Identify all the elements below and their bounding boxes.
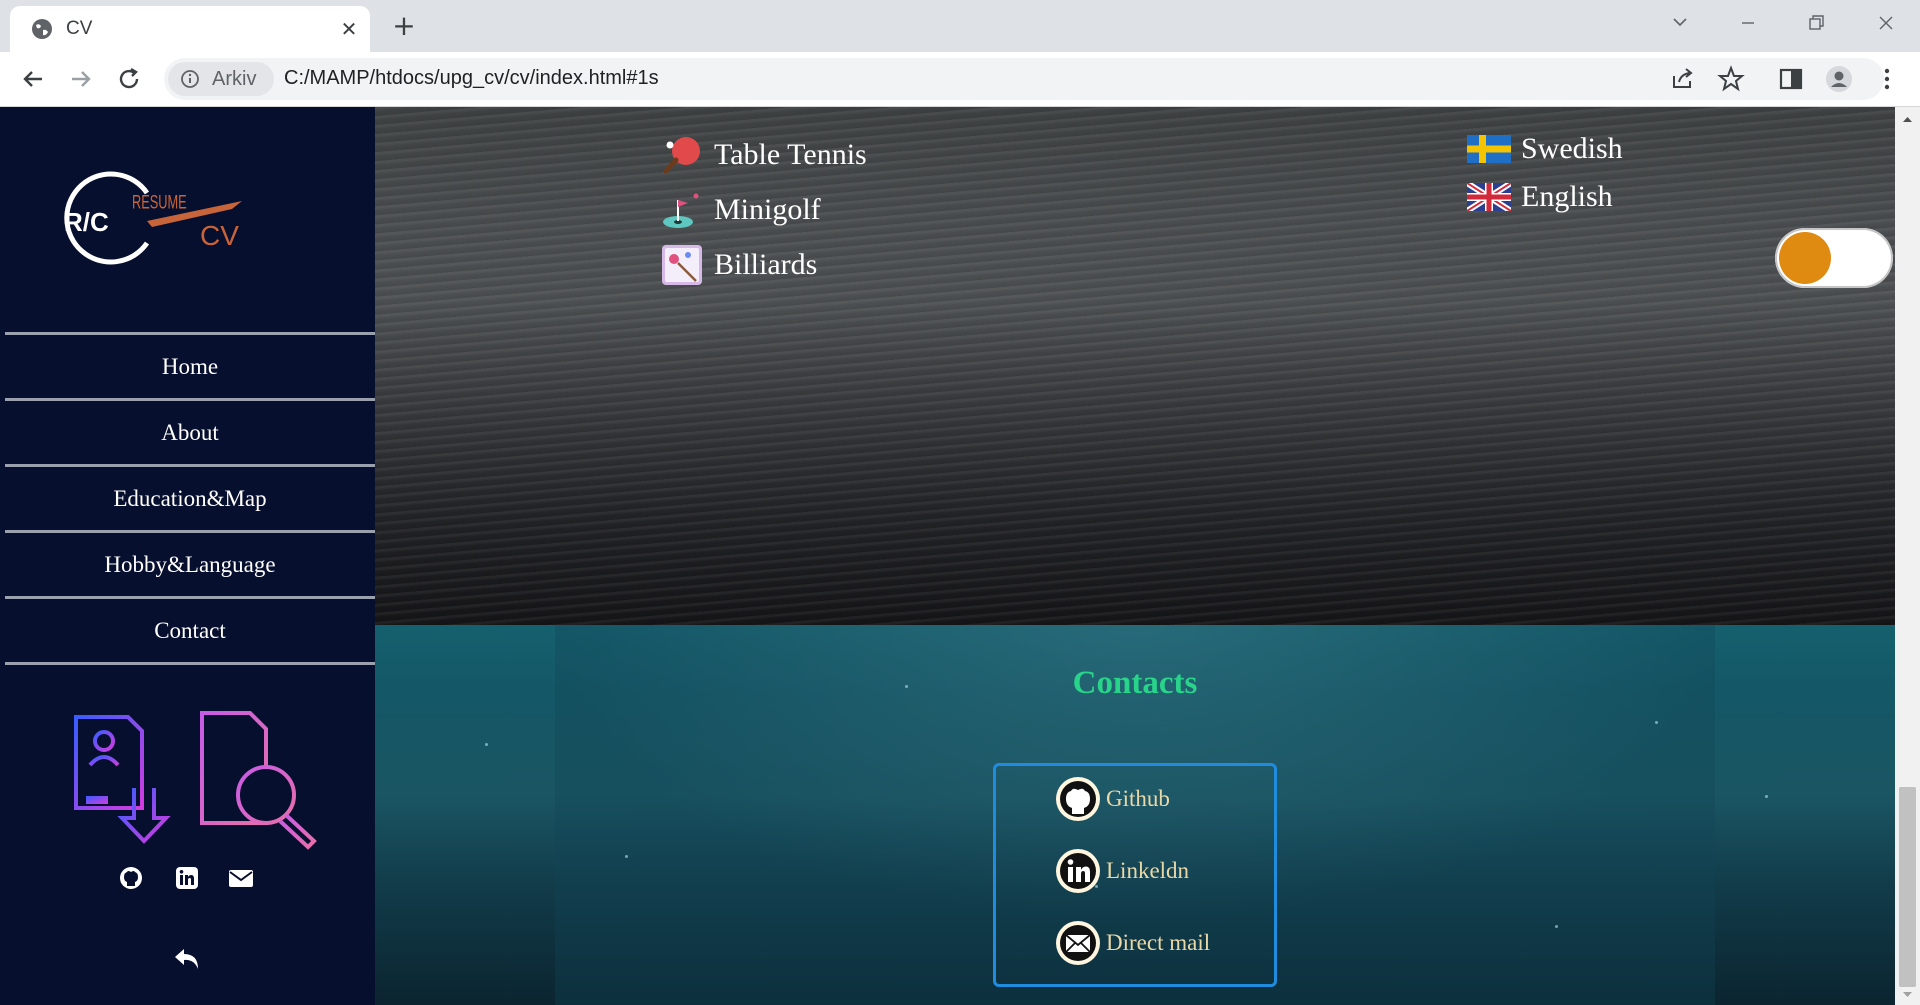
github-icon bbox=[1056, 777, 1100, 821]
tab-search-chevron-icon[interactable] bbox=[1660, 8, 1700, 38]
minimize-icon[interactable] bbox=[1728, 8, 1768, 38]
contacts-heading: Contacts bbox=[1072, 665, 1198, 701]
mail-icon[interactable] bbox=[228, 865, 254, 891]
document-search-icon bbox=[200, 711, 317, 850]
hobby-label: Table Tennis bbox=[714, 137, 867, 171]
particle-dot bbox=[1555, 925, 1558, 928]
scroll-up-arrow-icon[interactable] bbox=[1900, 112, 1915, 127]
svg-text:RESUME: RESUME bbox=[132, 192, 187, 213]
hobby-item: Billiards bbox=[660, 237, 867, 292]
particle-dot bbox=[1765, 795, 1768, 798]
hobby-label: Minigolf bbox=[714, 192, 821, 226]
browser-tab-strip: CV ✕ + bbox=[0, 0, 1920, 52]
nav-item-education-map[interactable]: Education&Map bbox=[5, 464, 375, 530]
bookmark-star-icon[interactable] bbox=[1716, 64, 1746, 94]
hobby-label: Billiards bbox=[714, 247, 818, 281]
hobby-language-section: Table Tennis Minigolf Billiards Swedish … bbox=[375, 107, 1895, 625]
hobby-item: Minigolf bbox=[660, 182, 867, 237]
restore-icon[interactable] bbox=[1796, 8, 1836, 38]
theme-toggle-switch[interactable] bbox=[1775, 228, 1893, 288]
forward-arrow-icon[interactable] bbox=[66, 64, 96, 94]
site-chip-label: Arkiv bbox=[212, 68, 257, 90]
nav-item-hobby-language[interactable]: Hobby&Language bbox=[5, 530, 375, 596]
linkedin-icon[interactable] bbox=[174, 865, 200, 891]
sidebar-social-links bbox=[118, 865, 258, 893]
particle-dot bbox=[1655, 721, 1658, 724]
scroll-thumb[interactable] bbox=[1899, 787, 1916, 987]
hobby-list: Table Tennis Minigolf Billiards bbox=[660, 127, 867, 292]
back-arrow-icon[interactable] bbox=[18, 64, 48, 94]
reply-back-icon[interactable] bbox=[172, 943, 202, 973]
language-label: Swedish bbox=[1521, 132, 1623, 165]
contact-label: Direct mail bbox=[1106, 930, 1211, 955]
minigolf-icon bbox=[663, 193, 699, 228]
contact-link-linkedin[interactable]: Linkeldn bbox=[1056, 848, 1189, 894]
nav-item-about[interactable]: About bbox=[5, 398, 375, 464]
menu-kebab-icon[interactable] bbox=[1872, 64, 1902, 94]
url-text[interactable]: C:/MAMP/htdocs/upg_cv/cv/index.html#1s bbox=[284, 67, 659, 90]
contact-label: Github bbox=[1106, 786, 1170, 811]
globe-icon bbox=[32, 19, 52, 39]
github-icon[interactable] bbox=[118, 865, 144, 891]
tab-title: CV bbox=[66, 18, 93, 39]
resume-download-icon bbox=[74, 715, 171, 844]
contact-links-box: Github Linkeldn Direct mail bbox=[993, 763, 1277, 987]
site-info-chip[interactable]: Arkiv bbox=[168, 62, 274, 96]
contact-section: Contacts Github Linkeldn Direct mail bbox=[375, 625, 1895, 1005]
browser-tab[interactable]: CV ✕ bbox=[10, 6, 370, 52]
billiards-icon bbox=[662, 244, 702, 285]
reload-icon[interactable] bbox=[114, 64, 144, 94]
close-tab-icon[interactable]: ✕ bbox=[336, 16, 362, 42]
linkedin-icon bbox=[1056, 849, 1100, 893]
scroll-down-arrow-icon[interactable] bbox=[1900, 987, 1915, 1002]
language-label: English bbox=[1521, 180, 1613, 213]
resume-cv-logo: R/C RESUME CV bbox=[64, 171, 242, 265]
language-item: Swedish bbox=[1467, 125, 1623, 173]
nav-item-contact[interactable]: Contact bbox=[5, 596, 375, 665]
mail-icon bbox=[1056, 921, 1100, 965]
particle-dot bbox=[625, 855, 628, 858]
side-panel-icon[interactable] bbox=[1776, 64, 1806, 94]
language-list: Swedish English bbox=[1467, 125, 1623, 221]
sidebar: R/C RESUME CV Home About Education&Map H… bbox=[0, 107, 375, 1005]
hobby-item: Table Tennis bbox=[660, 127, 867, 182]
address-bar[interactable]: Arkiv C:/MAMP/htdocs/upg_cv/cv/index.htm… bbox=[164, 58, 1884, 100]
nav-item-home[interactable]: Home bbox=[5, 332, 375, 398]
uk-flag-icon bbox=[1467, 183, 1511, 211]
profile-avatar-icon[interactable] bbox=[1824, 64, 1854, 94]
svg-text:CV: CV bbox=[200, 220, 239, 251]
contact-link-github[interactable]: Github bbox=[1056, 776, 1170, 822]
contact-link-direct-mail[interactable]: Direct mail bbox=[1056, 920, 1210, 966]
particle-dot bbox=[485, 743, 488, 746]
browser-toolbar: Arkiv C:/MAMP/htdocs/upg_cv/cv/index.htm… bbox=[0, 52, 1920, 107]
close-window-icon[interactable] bbox=[1866, 8, 1906, 38]
contact-label: Linkeldn bbox=[1106, 858, 1190, 883]
page-scrollbar[interactable] bbox=[1895, 107, 1920, 1005]
main-content: Table Tennis Minigolf Billiards Swedish … bbox=[375, 107, 1895, 1005]
share-icon[interactable] bbox=[1668, 64, 1698, 94]
sweden-flag-icon bbox=[1467, 135, 1511, 163]
table-tennis-icon bbox=[663, 136, 700, 173]
new-tab-icon[interactable]: + bbox=[388, 10, 420, 42]
info-icon bbox=[181, 70, 199, 88]
sidebar-nav: Home About Education&Map Hobby&Language … bbox=[5, 332, 375, 665]
svg-text:R/C: R/C bbox=[64, 207, 109, 237]
cv-illustration bbox=[74, 711, 317, 850]
language-item: English bbox=[1467, 173, 1623, 221]
toggle-knob bbox=[1779, 232, 1831, 284]
page-viewport: R/C RESUME CV Home About Education&Map H… bbox=[0, 107, 1920, 1005]
